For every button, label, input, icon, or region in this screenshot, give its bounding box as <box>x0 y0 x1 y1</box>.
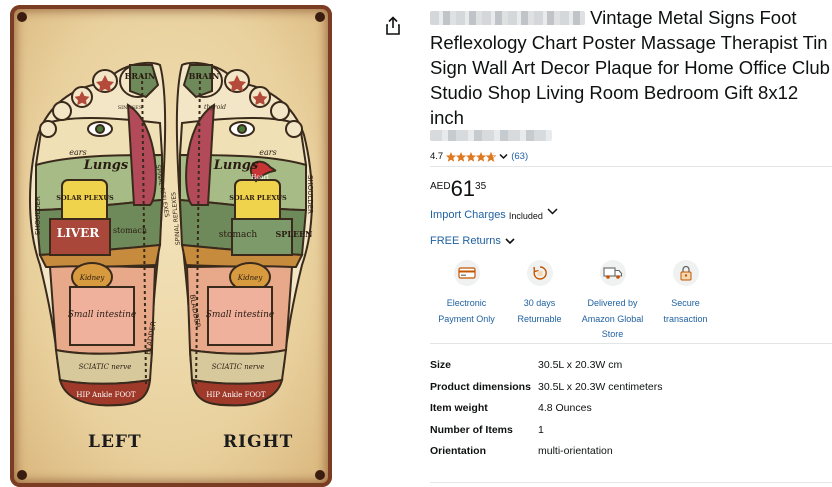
poster-label-right: RIGHT <box>223 432 294 452</box>
zone-ears-right: ears <box>259 148 276 157</box>
zone-lungs-right: Lungs <box>213 158 259 173</box>
returnable-icon <box>526 260 553 286</box>
chevron-down-icon[interactable] <box>547 208 558 215</box>
spec-row-number-of-items: Number of Items 1 <box>430 423 663 439</box>
price-whole: 61 <box>450 176 476 201</box>
poster-label-left: LEFT <box>88 432 142 452</box>
zone-hip-right: HIP Ankle FOOT <box>206 391 266 399</box>
feature-label: 30 days Returnable <box>517 298 562 324</box>
zone-brain-left: BRAIN <box>125 71 156 81</box>
feature-label: Secure transaction <box>663 298 708 324</box>
chevron-down-icon <box>505 237 515 244</box>
import-charges-row: Import Charges Included <box>430 208 558 221</box>
zone-stomach-right: stomach <box>219 230 258 240</box>
spec-key: Product dimensions <box>430 380 531 393</box>
electronic-payment-icon <box>453 260 480 286</box>
spec-row-item-weight: Item weight 4.8 Ounces <box>430 401 663 417</box>
price: AED 61 35 <box>430 178 486 200</box>
zone-kidney-right: Kidney <box>237 274 264 282</box>
product-title-text: Vintage Metal Signs Foot Reflexology Cha… <box>430 7 830 128</box>
feature-returnable[interactable]: 30 days Returnable <box>503 260 576 343</box>
zone-lungs-left: Lungs <box>83 158 129 173</box>
zone-liver: LIVER <box>57 226 101 240</box>
feature-label: Electronic Payment Only <box>438 298 495 324</box>
spec-value: 30.5L x 20.3W centimeters <box>538 380 663 393</box>
zone-small-intestine-right: Small intestine <box>206 310 275 320</box>
zone-brain-right: BRAIN <box>189 71 220 81</box>
store-link-redacted[interactable] <box>430 130 552 141</box>
spec-row-orientation: Orientation multi-orientation <box>430 444 663 460</box>
feature-delivered-by-amazon[interactable]: Delivered by Amazon Global Store <box>576 260 649 343</box>
feature-label: Delivered by Amazon Global Store <box>581 298 644 339</box>
import-charges-status: Included <box>508 211 543 221</box>
product-image[interactable]: BRAIN BRAIN ears ears Lungs Lungs SOLAR … <box>10 5 332 487</box>
product-title: Vintage Metal Signs Foot Reflexology Cha… <box>430 5 830 130</box>
spec-key: Size <box>430 359 452 371</box>
price-fraction: 35 <box>475 181 487 192</box>
rating-value: 4.7 <box>430 151 444 162</box>
zone-shoulder-left: SHOULDER <box>34 196 42 235</box>
zone-heart: Heart <box>251 174 269 181</box>
rating-stars <box>446 151 497 162</box>
zone-hip-left: HIP Ankle FOOT <box>76 391 136 399</box>
zone-sinuses: SINUSES <box>118 105 143 111</box>
spec-value: multi-orientation <box>538 445 613 457</box>
spec-key: Item weight <box>430 402 488 414</box>
zone-sciatic-left: SCIATIC nerve <box>79 363 132 371</box>
share-button[interactable] <box>382 13 404 39</box>
zone-stomach-left: stomach <box>113 226 147 235</box>
zone-shoulder-right: SHOULDER <box>306 175 314 214</box>
zone-solar-plexus-right: SOLAR PLEXUS <box>229 194 287 202</box>
spec-value: 4.8 Ounces <box>538 402 592 414</box>
zone-ears-left: ears <box>69 148 86 157</box>
foot-reflexology-illustration: BRAIN BRAIN ears ears Lungs Lungs SOLAR … <box>17 12 325 480</box>
star-rating-icon <box>446 151 497 162</box>
spec-key: Orientation <box>430 445 487 457</box>
spec-key: Number of Items <box>430 423 513 436</box>
brand-name-redacted[interactable] <box>430 11 585 25</box>
divider <box>430 482 832 483</box>
zone-solar-plexus-left: SOLAR PLEXUS <box>56 194 114 202</box>
feature-secure-transaction[interactable]: Secure transaction <box>649 260 722 343</box>
zone-small-intestine-left: Small intestine <box>68 310 137 320</box>
price-currency: AED <box>430 181 451 192</box>
share-icon <box>386 16 400 35</box>
spec-value: 30.5L x 20.3W cm <box>538 359 623 371</box>
import-charges-link[interactable]: Import Charges <box>430 209 506 221</box>
feature-electronic-payment[interactable]: Electronic Payment Only <box>430 260 503 343</box>
spec-value: 1 <box>538 423 544 436</box>
rating-row[interactable]: 4.7 (63) <box>430 151 528 162</box>
zone-thyroid: thyroid <box>204 104 226 111</box>
free-returns-link[interactable]: FREE Returns <box>430 235 515 247</box>
free-returns-label: FREE Returns <box>430 235 501 247</box>
rating-count-link[interactable]: (63) <box>511 151 528 162</box>
divider <box>430 166 832 167</box>
zone-sciatic-right: SCIATIC nerve <box>212 363 265 371</box>
product-specs-table: Size 30.5L x 20.3W cm Product dimensions… <box>430 358 663 466</box>
feature-badges: Electronic Payment Only 30 days Returnab… <box>430 260 722 343</box>
divider <box>430 343 832 344</box>
zone-kidney-left: Kidney <box>79 274 106 282</box>
secure-lock-icon <box>672 260 699 286</box>
delivery-truck-icon <box>599 260 626 286</box>
spec-row-size: Size 30.5L x 20.3W cm <box>430 358 663 374</box>
zone-spleen: SPLEEN <box>276 229 313 239</box>
chevron-down-icon[interactable] <box>499 153 508 160</box>
spec-row-product-dimensions: Product dimensions 30.5L x 20.3W centime… <box>430 380 663 396</box>
